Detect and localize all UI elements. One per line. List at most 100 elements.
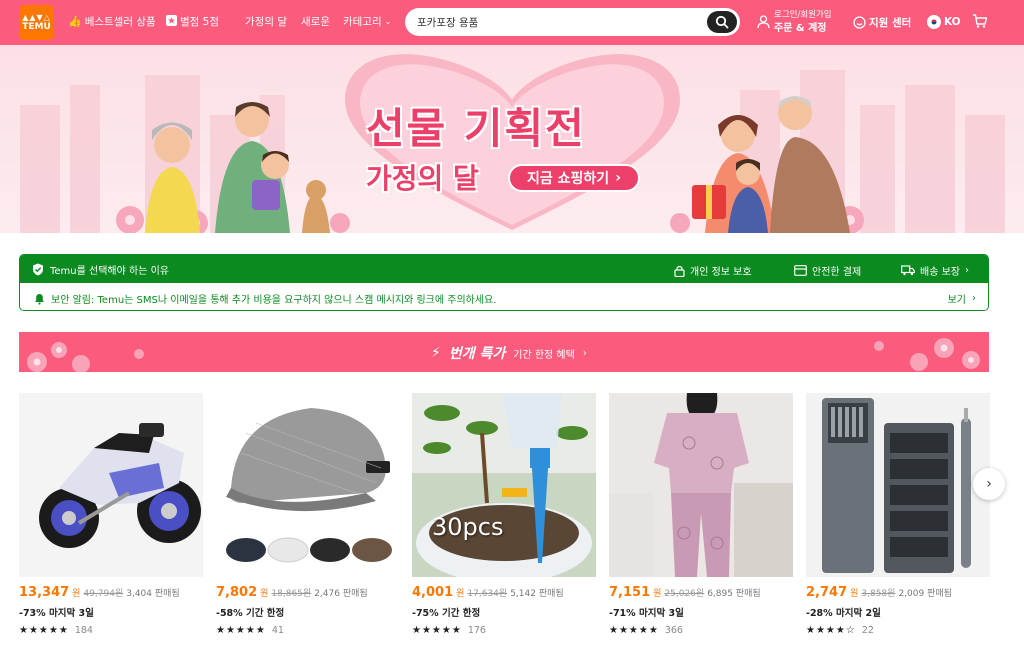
rating[interactable]: ★★★★★ 176 [412, 625, 596, 636]
lightning-deal-banner[interactable]: ⚡ 번개 특가 기간 한정 혜택 › [19, 332, 989, 372]
shield-check-icon [33, 263, 43, 275]
banner-subtitle: 가정의 달 [366, 162, 479, 195]
product-image[interactable] [216, 393, 400, 577]
nav-label: 별점 5점 [180, 16, 219, 28]
product-card[interactable]: 30pcs 4,001 원 17,634원 5,142 판매됨 -75% 기간 한… [412, 393, 596, 636]
currency: 원 [653, 589, 662, 599]
lightning-icon: ⚡ [431, 345, 441, 361]
top-header: ▲▲▼△ TEMU 👍 베스트셀러 상품 별점 5점 가정의 달 새로운 카테고… [0, 0, 1024, 45]
language-selector[interactable]: KO [927, 15, 961, 29]
sold-count: 2,476 판매됨 [314, 589, 368, 599]
bell-icon [35, 293, 44, 305]
pajama-set-image [609, 393, 793, 577]
product-image[interactable]: 30pcs [412, 393, 596, 577]
support-icon [853, 16, 866, 29]
product-image[interactable] [806, 393, 990, 577]
motorcycle-model-image [19, 393, 203, 577]
product-card[interactable]: 13,347 원 49,794원 3,404 판매됨 -73% 마지막 3일 ★★… [19, 393, 203, 636]
privacy-feature[interactable]: 개인 정보 보호 [674, 263, 752, 278]
star-box-icon [166, 14, 177, 29]
nav-label: 베스트셀러 상품 [84, 16, 156, 28]
nav-categories[interactable]: 카테고리 ⌄ [343, 14, 391, 29]
search-input[interactable] [417, 13, 697, 31]
promo-text: -28% 마지막 2일 [806, 608, 881, 619]
thumbs-up-icon: 👍 [68, 15, 82, 28]
support-center[interactable]: 지원 센터 [853, 15, 911, 30]
chevron-right-icon: › [582, 347, 587, 359]
account-menu[interactable]: 로그인/회원가입 주문 & 계정 [757, 9, 832, 35]
sale-price: 2,747 [806, 585, 848, 600]
nav-five-stars[interactable]: 별점 5점 [166, 14, 219, 29]
why-temu[interactable]: Temu를 선택해야 하는 이유 [32, 262, 169, 277]
search-button[interactable] [707, 11, 737, 33]
temu-logo[interactable]: ▲▲▼△ TEMU [19, 5, 54, 40]
chevron-right-icon: › [964, 265, 969, 276]
view-label: 보기 [947, 295, 966, 306]
original-price: 25,026원 [664, 589, 705, 599]
promo-text: -58% 기간 한정 [216, 608, 285, 619]
product-image[interactable] [19, 393, 203, 577]
login-text: 로그인/회원가입 [774, 10, 832, 20]
price-row: 7,151 원 25,026원 6,895 판매됨 [609, 585, 793, 600]
credit-card-icon [794, 265, 807, 276]
nav-family-month[interactable]: 가정의 달 [245, 14, 287, 29]
rating[interactable]: ★★★★☆ 22 [806, 625, 990, 636]
price-row: 7,802 원 18,865원 2,476 판매됨 [216, 585, 400, 600]
nav-label: 새로운 [301, 16, 330, 28]
trust-bar: Temu를 선택해야 하는 이유 개인 정보 보호 안전한 결제 배송 보장 ›… [19, 254, 989, 311]
product-image[interactable] [609, 393, 793, 577]
delivery-guarantee-feature[interactable]: 배송 보장 › [901, 263, 969, 278]
star-rating-icon: ★★★★★ [216, 625, 266, 636]
star-rating-icon: ★★★★★ [19, 625, 69, 636]
product-card[interactable]: 7,151 원 25,026원 6,895 판매됨 -71% 마지막 3일 ★★★… [609, 393, 793, 636]
secure-payment-feature[interactable]: 안전한 결제 [794, 263, 861, 278]
review-count: 176 [467, 625, 486, 636]
shop-now-button[interactable]: 지금 쇼핑하기 › [508, 164, 640, 192]
image-quantity-label: 30pcs [432, 513, 504, 541]
sold-count: 2,009 판매됨 [898, 589, 952, 599]
carousel-next-button[interactable]: › [973, 468, 1005, 500]
trust-features-row[interactable]: Temu를 선택해야 하는 이유 개인 정보 보호 안전한 결제 배송 보장 › [20, 255, 988, 283]
review-count: 184 [74, 625, 93, 636]
sold-count: 3,404 판매됨 [126, 589, 180, 599]
review-count: 41 [271, 625, 284, 636]
sale-price: 7,151 [609, 585, 651, 600]
deal-title: 번개 특가 [448, 346, 506, 362]
logo-mark: ▲▲▼△ [22, 13, 51, 22]
price-row: 13,347 원 49,794원 3,404 판매됨 [19, 585, 203, 600]
secure-payment-label: 안전한 결제 [812, 267, 862, 278]
security-alert-row[interactable]: 보안 알림: Temu는 SMS나 이메일을 통해 추가 비용을 요구하지 않으… [20, 283, 988, 310]
deal-subtitle: 기간 한정 혜택 [513, 349, 575, 361]
user-icon [757, 15, 770, 29]
hero-banner[interactable]: 선물 기획전 가정의 달 지금 쇼핑하기 › [0, 45, 1024, 233]
view-link[interactable]: 보기 › [948, 291, 976, 306]
chevron-right-icon: › [615, 170, 621, 186]
rating[interactable]: ★★★★★ 41 [216, 625, 400, 636]
rating[interactable]: ★★★★★ 184 [19, 625, 203, 636]
lock-icon [674, 265, 685, 277]
sold-count: 6,895 판매됨 [707, 589, 761, 599]
product-card[interactable]: 7,802 원 18,865원 2,476 판매됨 -58% 기간 한정 ★★★★… [216, 393, 400, 636]
price-row: 2,747 원 3,858원 2,009 판매됨 [806, 585, 990, 600]
cart-button[interactable] [972, 13, 988, 29]
nav-bestsellers[interactable]: 👍 베스트셀러 상품 [68, 14, 156, 29]
security-alert-text: 보안 알림: Temu는 SMS나 이메일을 통해 추가 비용을 요구하지 않으… [51, 295, 497, 306]
korea-flag-icon [927, 15, 941, 29]
rating[interactable]: ★★★★★ 366 [609, 625, 793, 636]
language-label: KO [944, 16, 961, 28]
why-temu-label: Temu를 선택해야 하는 이유 [50, 265, 169, 277]
nav-new[interactable]: 새로운 [301, 14, 330, 29]
plant-watering-spike-image [412, 393, 596, 577]
sale-price: 4,001 [412, 585, 454, 600]
currency: 원 [72, 589, 81, 599]
currency: 원 [260, 589, 269, 599]
star-rating-icon: ★★★★★ [609, 625, 659, 636]
security-alert: 보안 알림: Temu는 SMS나 이메일을 통해 추가 비용을 요구하지 않으… [34, 291, 496, 306]
star-rating-icon: ★★★★★ [412, 625, 462, 636]
product-card[interactable]: 2,747 원 3,858원 2,009 판매됨 -28% 마지막 2일 ★★★★… [806, 393, 990, 636]
support-label: 지원 센터 [869, 17, 912, 29]
promo-text: -75% 기간 한정 [412, 608, 481, 619]
price-row: 4,001 원 17,634원 5,142 판매됨 [412, 585, 596, 600]
truck-icon [901, 265, 915, 276]
shop-now-label: 지금 쇼핑하기 [527, 171, 610, 187]
